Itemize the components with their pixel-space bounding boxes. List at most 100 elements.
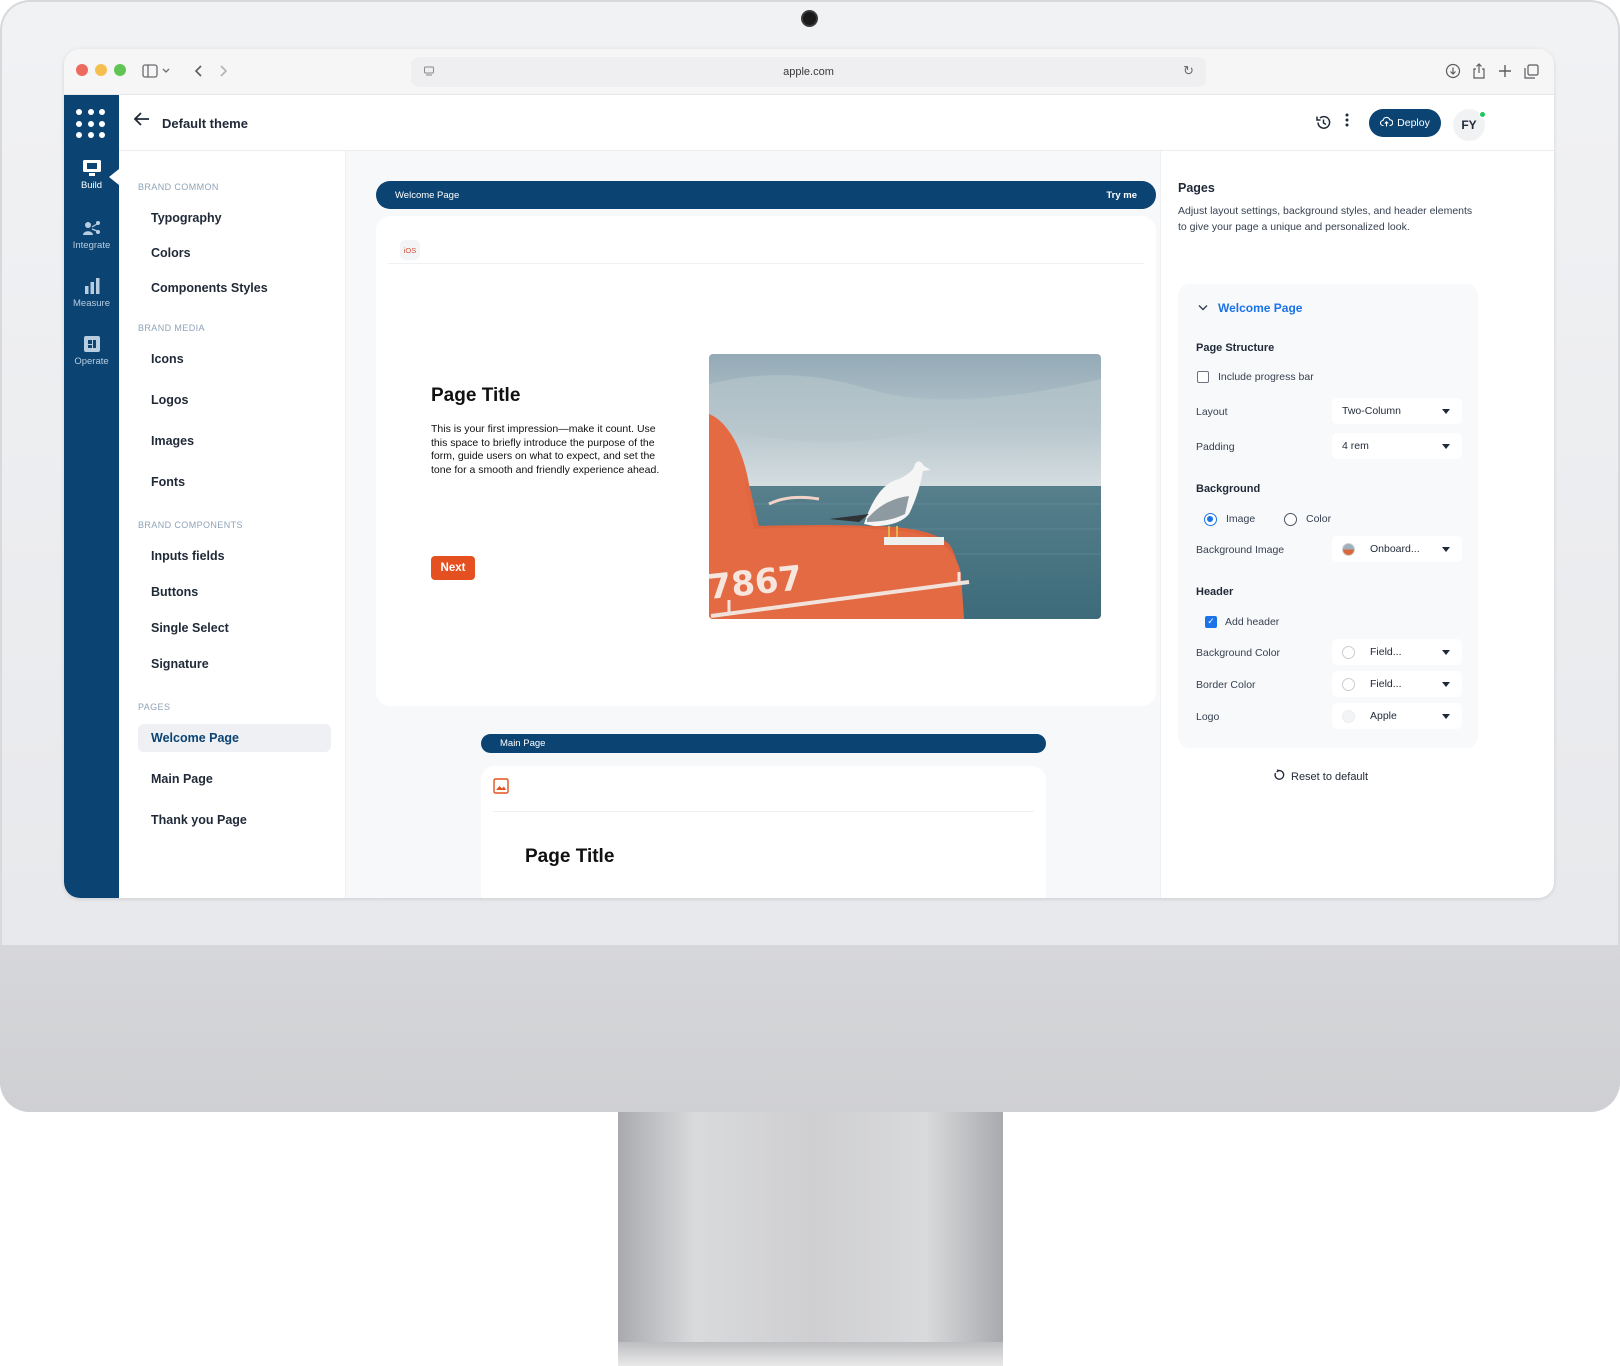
logo-select[interactable]: Apple: [1332, 703, 1462, 729]
page-settings-icon[interactable]: [423, 65, 435, 77]
sidebar-item-typography[interactable]: Typography: [138, 204, 331, 232]
next-button[interactable]: Next: [431, 556, 475, 580]
accordion-header[interactable]: Welcome Page: [1198, 301, 1302, 315]
sidebar-toggle-icon[interactable]: [140, 60, 174, 82]
theme-sidebar: BRAND COMMON Typography Colors Component…: [119, 151, 346, 898]
app-launcher-icon[interactable]: [76, 109, 106, 139]
rail-label-build: Build: [80, 180, 103, 191]
rail-label-operate: Operate: [74, 356, 109, 367]
browser-toolbar: apple.com ↻: [64, 49, 1554, 95]
monitor-icon: [82, 159, 102, 177]
reset-to-default-button[interactable]: Reset to default: [1273, 769, 1368, 784]
share-icon[interactable]: [1469, 60, 1489, 82]
reload-icon[interactable]: ↻: [1183, 63, 1194, 79]
progress-bar-checkbox[interactable]: [1197, 371, 1209, 383]
border-color-label: Border Color: [1196, 679, 1256, 691]
rail-item-measure[interactable]: Measure: [64, 277, 119, 309]
chevron-down-icon: [1198, 303, 1208, 314]
welcome-page-bar-label: Welcome Page: [395, 189, 460, 201]
dropdown-caret-icon: [1442, 547, 1450, 552]
sidebar-item-images[interactable]: Images: [138, 427, 331, 455]
bar-chart-icon: [82, 277, 102, 295]
sidebar-item-signature[interactable]: Signature: [138, 650, 331, 678]
welcome-page-bar: Welcome Page Try me: [376, 181, 1156, 209]
imac-stand: [618, 1112, 1003, 1342]
deploy-button[interactable]: Deploy: [1369, 109, 1441, 137]
sidebar-item-icons[interactable]: Icons: [138, 345, 331, 373]
page-title: Default theme: [162, 116, 248, 131]
dropdown-caret-icon: [1442, 682, 1450, 687]
progress-bar-label: Include progress bar: [1218, 371, 1314, 383]
padding-label: Padding: [1196, 441, 1235, 453]
panel-description: Adjust layout settings, background style…: [1178, 205, 1473, 233]
deploy-label: Deploy: [1397, 117, 1430, 129]
forward-nav-icon[interactable]: [212, 60, 234, 82]
background-image-select[interactable]: Onboard...: [1332, 536, 1462, 562]
header-divider: [388, 263, 1144, 264]
padding-value: 4 rem: [1342, 440, 1369, 452]
rail-label-measure: Measure: [73, 298, 110, 309]
minimize-window-button[interactable]: [95, 64, 107, 76]
download-icon[interactable]: [1443, 60, 1463, 82]
sidebar-item-colors[interactable]: Colors: [138, 239, 331, 267]
sidebar-item-welcome-page[interactable]: Welcome Page: [138, 724, 331, 752]
try-me-button[interactable]: Try me: [1106, 190, 1137, 201]
layout-value: Two-Column: [1342, 405, 1401, 417]
layout-select[interactable]: Two-Column: [1332, 398, 1462, 424]
back-arrow-icon[interactable]: [133, 111, 151, 132]
close-window-button[interactable]: [76, 64, 88, 76]
sidebar-item-main-page[interactable]: Main Page: [138, 765, 331, 793]
more-options-icon[interactable]: [1345, 113, 1349, 132]
operate-icon: [82, 335, 102, 353]
background-image-radio[interactable]: [1204, 513, 1217, 526]
color-swatch: [1342, 645, 1355, 659]
history-icon[interactable]: [1315, 114, 1332, 136]
dropdown-caret-icon: [1442, 650, 1450, 655]
browser-window: apple.com ↻ Build Integrate Measure Oper…: [64, 49, 1554, 898]
header-bg-color-value: Field...: [1370, 646, 1402, 658]
layout-label: Layout: [1196, 406, 1228, 418]
sidebar-item-logos[interactable]: Logos: [138, 386, 331, 414]
rail-item-operate[interactable]: Operate: [64, 335, 119, 367]
welcome-page-title: Page Title: [431, 385, 521, 406]
imac-stand-foot: [618, 1342, 1003, 1366]
main-page-bar-label: Main Page: [500, 738, 546, 749]
border-color-select[interactable]: Field...: [1332, 671, 1462, 697]
header-heading: Header: [1196, 586, 1234, 598]
sidebar-item-buttons[interactable]: Buttons: [138, 578, 331, 606]
dropdown-caret-icon: [1442, 444, 1450, 449]
add-header-checkbox[interactable]: ✓: [1205, 616, 1217, 628]
rail-label-integrate: Integrate: [72, 240, 111, 251]
background-image-label: Background Image: [1196, 544, 1285, 556]
panel-title: Pages: [1178, 181, 1215, 195]
sidebar-item-fonts[interactable]: Fonts: [138, 468, 331, 496]
image-thumbnail: [1342, 542, 1355, 556]
preview-canvas: Welcome Page Try me iOS Page Title This …: [346, 151, 1160, 898]
padding-select[interactable]: 4 rem: [1332, 433, 1462, 459]
imac-chin: [0, 945, 1620, 1112]
address-bar[interactable]: apple.com ↻: [411, 57, 1206, 87]
active-rail-indicator: [109, 169, 119, 185]
main-page-title: Page Title: [525, 846, 615, 867]
add-header-label: Add header: [1225, 616, 1280, 628]
header-bg-color-select[interactable]: Field...: [1332, 639, 1462, 665]
dropdown-caret-icon: [1442, 409, 1450, 414]
sidebar-item-components-styles[interactable]: Components Styles: [138, 274, 331, 302]
back-nav-icon[interactable]: [188, 60, 210, 82]
accordion-title: Welcome Page: [1218, 301, 1303, 315]
welcome-page-description: This is your first impression—make it co…: [431, 423, 660, 476]
section-heading-brand-media: BRAND MEDIA: [138, 323, 205, 333]
sidebar-item-single-select[interactable]: Single Select: [138, 614, 331, 642]
background-heading: Background: [1196, 483, 1261, 495]
cloud-upload-icon: [1380, 116, 1394, 130]
background-color-radio[interactable]: [1284, 513, 1297, 526]
sidebar-item-thank-you-page[interactable]: Thank you Page: [138, 806, 331, 834]
tab-overview-icon[interactable]: [1521, 60, 1541, 82]
rail-item-integrate[interactable]: Integrate: [64, 219, 119, 251]
zoom-window-button[interactable]: [114, 64, 126, 76]
sidebar-item-inputs-fields[interactable]: Inputs fields: [138, 542, 331, 570]
new-tab-icon[interactable]: [1495, 60, 1515, 82]
seagull-background-image: 7867: [709, 354, 1101, 619]
url-text: apple.com: [783, 66, 834, 78]
background-image-option-label: Image: [1226, 513, 1256, 525]
